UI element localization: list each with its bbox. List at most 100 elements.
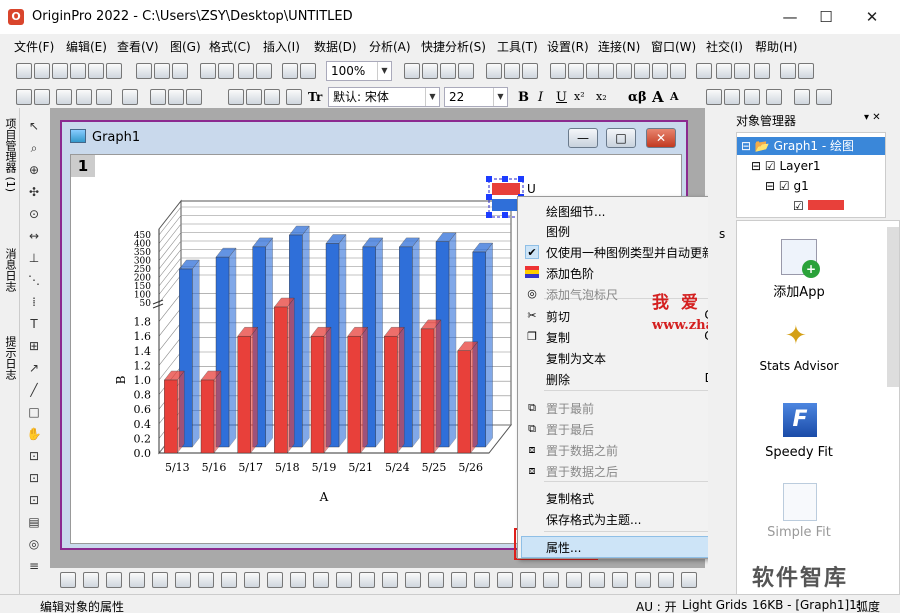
tool-icon[interactable]: T	[26, 316, 42, 332]
menu-item-7[interactable]: 分析(A)	[369, 38, 411, 55]
toolbar-button-icon[interactable]	[198, 572, 214, 588]
toolbar-button-icon[interactable]	[136, 63, 152, 79]
bold-button[interactable]: B	[518, 90, 529, 105]
italic-button[interactable]: I	[538, 90, 543, 105]
increase-font-button[interactable]: A	[652, 88, 664, 106]
toolbar-button-icon[interactable]	[744, 89, 760, 105]
tab-project-explorer[interactable]: 项目管理器 (1)	[2, 118, 18, 192]
toolbar-button-icon[interactable]	[88, 63, 104, 79]
menu-item-9[interactable]: 工具(T)	[497, 38, 538, 55]
toolbar-button-icon[interactable]	[716, 63, 732, 79]
toolbar-button-icon[interactable]	[382, 572, 398, 588]
tool-icon[interactable]: ╱	[26, 382, 42, 398]
context-menu-item[interactable]: 复制格式	[546, 490, 594, 507]
graph-close-button[interactable]: ✕	[646, 128, 676, 148]
toolbar-button-icon[interactable]	[635, 572, 651, 588]
menu-item-2[interactable]: 查看(V)	[117, 38, 159, 55]
context-menu-item[interactable]: 图例	[546, 223, 570, 240]
toolbar-button-icon[interactable]	[122, 89, 138, 105]
toolbar-button-icon[interactable]	[256, 63, 272, 79]
toolbar-button-icon[interactable]	[681, 572, 697, 588]
context-menu-item[interactable]: 置于最后	[546, 421, 594, 438]
toolbar-button-icon[interactable]	[152, 572, 168, 588]
app-stats-advisor-label[interactable]: Stats Advisor	[749, 359, 849, 373]
speedy-fit-icon[interactable]: F	[783, 403, 817, 437]
apps-scrollbar[interactable]	[887, 227, 899, 387]
context-menu-item[interactable]: 仅使用一种图例类型并自动更新	[546, 244, 714, 261]
context-menu-item[interactable]: 保存格式为主题...	[546, 511, 641, 528]
toolbar-button-icon[interactable]	[282, 63, 298, 79]
toolbar-button-icon[interactable]	[543, 572, 559, 588]
toolbar-button-icon[interactable]	[150, 89, 166, 105]
toolbar-button-icon[interactable]	[670, 63, 686, 79]
toolbar-button-icon[interactable]	[504, 63, 520, 79]
toolbar-button-icon[interactable]	[616, 63, 632, 79]
toolbar-button-icon[interactable]	[56, 89, 72, 105]
context-menu-item[interactable]: 添加气泡标尺	[546, 286, 618, 303]
toolbar-button-icon[interactable]	[440, 63, 456, 79]
toolbar-button-icon[interactable]	[522, 63, 538, 79]
app-simple-fit-label[interactable]: Simple Fit	[749, 525, 849, 540]
toolbar-button-icon[interactable]	[175, 572, 191, 588]
toolbar-button-icon[interactable]	[568, 63, 584, 79]
toolbar-button-icon[interactable]	[168, 89, 184, 105]
toolbar-button-icon[interactable]	[16, 89, 32, 105]
tool-icon[interactable]: ⌕	[26, 140, 42, 156]
toolbar-button-icon[interactable]	[798, 63, 814, 79]
context-menu-item[interactable]: 属性...	[546, 539, 581, 556]
toolbar-button-icon[interactable]	[106, 572, 122, 588]
tab-hint-log[interactable]: 提示日志	[2, 336, 18, 380]
toolbar-button-icon[interactable]	[313, 572, 329, 588]
menu-item-13[interactable]: 社交(I)	[706, 38, 743, 55]
zoom-combo[interactable]: 100% ▼	[326, 61, 392, 81]
menu-item-14[interactable]: 帮助(H)	[755, 38, 797, 55]
toolbar-button-icon[interactable]	[451, 572, 467, 588]
toolbar-button-icon[interactable]	[238, 63, 254, 79]
toolbar-button-icon[interactable]	[336, 572, 352, 588]
toolbar-button-icon[interactable]	[228, 89, 244, 105]
toolbar-button-icon[interactable]	[16, 63, 32, 79]
tool-icon[interactable]: ⊕	[26, 162, 42, 178]
toolbar-button-icon[interactable]	[474, 572, 490, 588]
maximize-button[interactable]: ☐	[806, 2, 846, 32]
add-app-icon[interactable]: +	[781, 239, 820, 278]
toolbar-button-icon[interactable]	[264, 89, 280, 105]
toolbar-button-icon[interactable]	[566, 572, 582, 588]
toolbar-button-icon[interactable]	[780, 63, 796, 79]
tool-icon[interactable]: ↖	[26, 118, 42, 134]
toolbar-button-icon[interactable]	[520, 572, 536, 588]
toolbar-button-icon[interactable]	[550, 63, 566, 79]
menu-item-6[interactable]: 数据(D)	[314, 38, 357, 55]
graph-maximize-button[interactable]: □	[606, 128, 636, 148]
context-menu-item[interactable]: 绘图细节...	[546, 203, 605, 220]
toolbar-button-icon[interactable]	[106, 63, 122, 79]
context-menu-item[interactable]: 置于数据之前	[546, 442, 618, 459]
context-menu-item[interactable]: 删除	[546, 371, 570, 388]
underline-button[interactable]: U	[556, 90, 567, 105]
tool-icon[interactable]: ↗	[26, 360, 42, 376]
toolbar-button-icon[interactable]	[724, 89, 740, 105]
tool-icon[interactable]: □	[26, 404, 42, 420]
toolbar-button-icon[interactable]	[52, 63, 68, 79]
minimize-button[interactable]: —	[770, 2, 810, 32]
toolbar-button-icon[interactable]	[34, 63, 50, 79]
context-menu-item[interactable]: 置于数据之后	[546, 463, 618, 480]
toolbar-button-icon[interactable]	[76, 89, 92, 105]
toolbar-button-icon[interactable]	[634, 63, 650, 79]
menu-item-12[interactable]: 窗口(W)	[651, 38, 696, 55]
toolbar-button-icon[interactable]	[422, 63, 438, 79]
menu-item-3[interactable]: 图(G)	[170, 38, 201, 55]
toolbar-button-icon[interactable]	[286, 89, 302, 105]
tool-icon[interactable]: ⊙	[26, 206, 42, 222]
toolbar-button-icon[interactable]	[218, 63, 234, 79]
toolbar-button-icon[interactable]	[589, 572, 605, 588]
decrease-font-button[interactable]: A	[670, 90, 679, 103]
tool-icon[interactable]: ⊡	[26, 492, 42, 508]
tool-icon[interactable]: ⊥	[26, 250, 42, 266]
menu-item-0[interactable]: 文件(F)	[14, 38, 54, 55]
toolbar-button-icon[interactable]	[766, 89, 782, 105]
context-menu-item[interactable]: 复制为文本	[546, 350, 606, 367]
tree-item-g1[interactable]: ⊟ ☑ g1	[765, 179, 809, 193]
tab-message-log[interactable]: 消息日志	[2, 248, 18, 292]
toolbar-button-icon[interactable]	[221, 572, 237, 588]
